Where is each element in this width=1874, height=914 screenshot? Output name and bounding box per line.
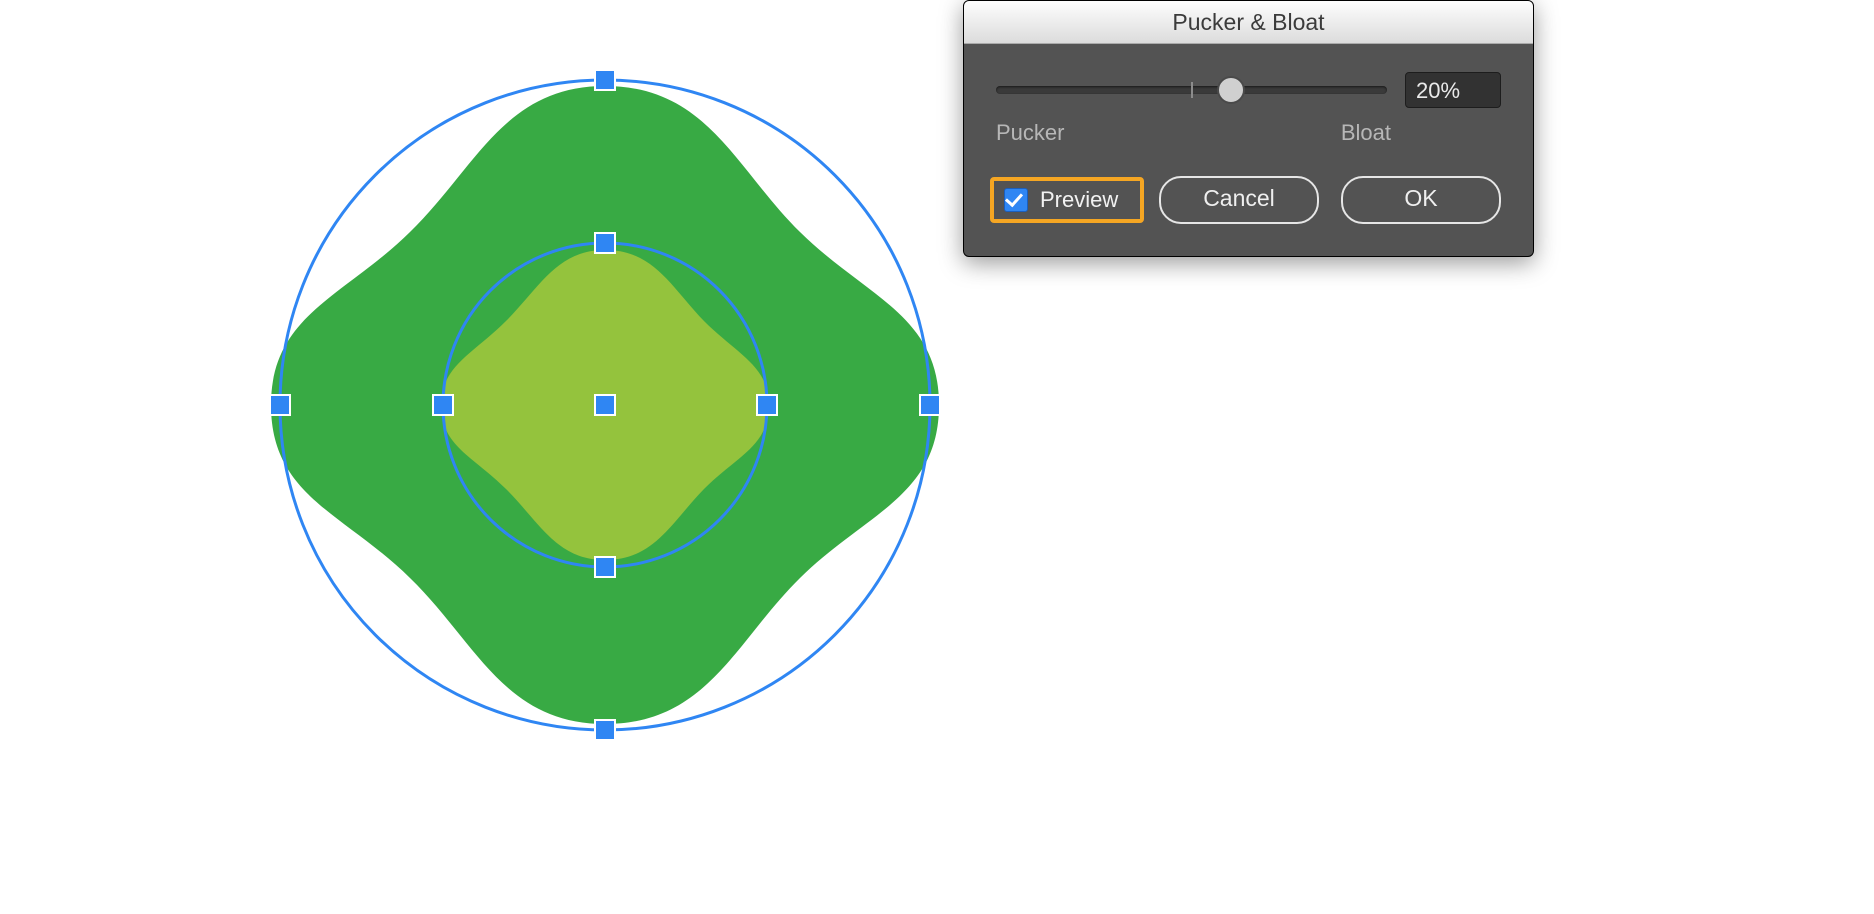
selection-handle[interactable]: [756, 394, 778, 416]
slider-axis-labels: Pucker Bloat: [996, 120, 1501, 146]
slider-knob[interactable]: [1217, 76, 1245, 104]
canvas-area: [0, 0, 1874, 914]
dialog-body: 20% Pucker Bloat Preview Cancel OK: [964, 44, 1533, 256]
bloat-label: Bloat: [1341, 120, 1391, 146]
selection-handle[interactable]: [919, 394, 941, 416]
cancel-button[interactable]: Cancel: [1159, 176, 1319, 224]
pucker-bloat-dialog: Pucker & Bloat 20% Pucker Bloat Preview …: [963, 0, 1534, 257]
dialog-buttons: Cancel OK: [1159, 176, 1501, 224]
artwork-shapes: [115, 10, 1105, 815]
selection-handle[interactable]: [432, 394, 454, 416]
dialog-controls-row: Preview Cancel OK: [996, 176, 1501, 224]
amount-input[interactable]: 20%: [1405, 72, 1501, 108]
dialog-title[interactable]: Pucker & Bloat: [964, 1, 1533, 44]
selection-handle[interactable]: [594, 556, 616, 578]
slider-center-tick: [1191, 82, 1193, 98]
pucker-label: Pucker: [996, 120, 1064, 146]
amount-slider-row: 20%: [996, 72, 1501, 108]
preview-label[interactable]: Preview: [1040, 187, 1118, 213]
preview-checkbox[interactable]: [1004, 188, 1028, 212]
selection-center-point[interactable]: [594, 394, 616, 416]
selection-handle[interactable]: [594, 719, 616, 741]
selection-handle[interactable]: [594, 232, 616, 254]
ok-button[interactable]: OK: [1341, 176, 1501, 224]
amount-slider[interactable]: [996, 86, 1387, 94]
selection-handle[interactable]: [594, 69, 616, 91]
preview-highlight: Preview: [990, 177, 1144, 223]
selection-handle[interactable]: [269, 394, 291, 416]
